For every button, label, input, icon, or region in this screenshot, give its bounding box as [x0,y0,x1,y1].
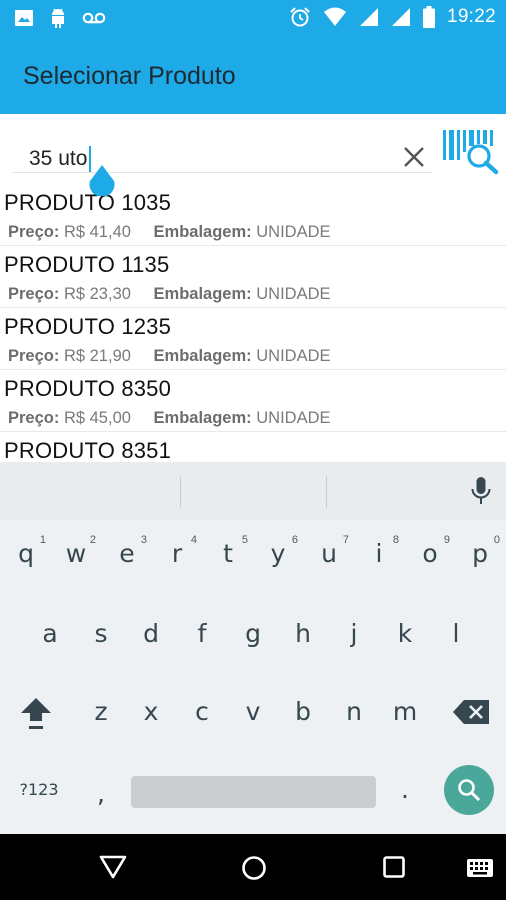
wifi-icon [323,7,347,27]
key-j[interactable]: j [330,604,378,664]
price-value: R$ 21,90 [63,347,131,365]
key-e[interactable]: 3e [103,524,151,584]
price-value: R$ 41,40 [63,223,131,241]
list-item[interactable]: PRODUTO 1135 Preço: R$ 23,30 Embalagem: … [0,246,506,308]
backspace-key[interactable] [448,682,496,742]
package-label: Embalagem: [153,285,252,303]
comma-key[interactable]: , [77,764,125,824]
package-label: Embalagem: [153,223,252,241]
key-w[interactable]: 2w [52,524,100,584]
key-t[interactable]: 5t [204,524,252,584]
package-value: UNIDADE [256,409,331,427]
price-label: Preço: [8,347,60,365]
key-g[interactable]: g [229,604,277,664]
symbols-key[interactable]: ?123 [14,760,64,820]
package-value: UNIDADE [256,285,331,303]
key-f[interactable]: f [178,604,226,664]
clock-time: 19:22 [446,6,496,27]
close-icon[interactable] [402,145,426,174]
search-input[interactable]: 35 uto [12,128,432,173]
key-d[interactable]: d [127,604,175,664]
product-name: PRODUTO 8351 [4,438,172,462]
key-p[interactable]: 0p [456,524,504,584]
key-q[interactable]: 1q [2,524,50,584]
list-item[interactable]: PRODUTO 1235 Preço: R$ 21,90 Embalagem: … [0,308,506,370]
product-list: PRODUTO 1035 Preço: R$ 41,40 Embalagem: … [0,184,506,462]
package-value: UNIDADE [256,223,331,241]
key-m[interactable]: m [381,682,429,742]
key-h[interactable]: h [279,604,327,664]
key-i[interactable]: 8i [355,524,403,584]
image-icon [14,8,34,28]
product-details: Preço: R$ 45,00 Embalagem: UNIDADE [8,409,331,428]
keyboard-keys: 1q 2w 3e 4r 5t 6y 7u 8i 9o 0p a s d f g … [0,520,506,834]
key-v[interactable]: v [229,682,277,742]
key-r[interactable]: 4r [153,524,201,584]
package-value: UNIDADE [256,347,331,365]
spacebar[interactable] [131,776,376,808]
text-selection-handle[interactable] [87,164,117,201]
soft-keyboard: 1q 2w 3e 4r 5t 6y 7u 8i 9o 0p a s d f g … [0,462,506,834]
list-item[interactable]: PRODUTO 1035 Preço: R$ 41,40 Embalagem: … [0,184,506,246]
backspace-icon [453,700,489,724]
product-name: PRODUTO 8350 [4,376,172,401]
key-b[interactable]: b [279,682,327,742]
alarm-icon [289,6,311,28]
key-o[interactable]: 9o [406,524,454,584]
product-name: PRODUTO 1135 [4,252,170,277]
recents-icon[interactable] [382,855,406,879]
price-value: R$ 45,00 [63,409,131,427]
shift-key[interactable] [12,682,60,742]
search-bar: 35 uto [0,114,506,184]
shift-icon [21,698,51,729]
status-bar: 19:22 [0,0,506,38]
key-n[interactable]: n [330,682,378,742]
key-x[interactable]: x [127,682,175,742]
suggestion-divider [326,476,327,508]
product-details: Preço: R$ 21,90 Embalagem: UNIDADE [8,347,331,366]
page-title: Selecionar Produto [23,62,236,90]
suggestion-divider [180,476,181,508]
product-details: Preço: R$ 23,30 Embalagem: UNIDADE [8,285,331,304]
keyboard-icon[interactable] [466,858,494,878]
key-z[interactable]: z [77,682,125,742]
barcode-search-icon[interactable] [441,126,501,181]
key-c[interactable]: c [178,682,226,742]
microphone-icon[interactable] [470,476,492,511]
search-input-value[interactable]: 35 uto [29,147,87,171]
price-label: Preço: [8,223,60,241]
key-u[interactable]: 7u [305,524,353,584]
key-s[interactable]: s [77,604,125,664]
android-icon [48,7,68,29]
list-item[interactable]: PRODUTO 8350 Preço: R$ 45,00 Embalagem: … [0,370,506,432]
search-key[interactable] [444,765,494,815]
key-l[interactable]: l [432,604,480,664]
signal-icon [391,7,411,27]
voicemail-icon [82,11,106,25]
battery-icon [422,6,435,28]
key-a[interactable]: a [26,604,74,664]
navigation-bar [0,834,506,900]
signal-icon [359,7,379,27]
key-k[interactable]: k [381,604,429,664]
search-icon [458,779,481,802]
product-name: PRODUTO 1235 [4,314,172,339]
back-icon[interactable] [98,854,128,880]
product-details: Preço: R$ 41,40 Embalagem: UNIDADE [8,223,331,242]
package-label: Embalagem: [153,409,252,427]
price-value: R$ 23,30 [63,285,131,303]
list-item[interactable]: PRODUTO 8351 [0,432,506,462]
home-icon[interactable] [240,854,268,882]
price-label: Preço: [8,409,60,427]
package-label: Embalagem: [153,347,252,365]
suggestion-strip [0,462,506,520]
key-y[interactable]: 6y [254,524,302,584]
period-key[interactable]: . [381,760,429,820]
price-label: Preço: [8,285,60,303]
app-bar: Selecionar Produto [0,38,506,114]
